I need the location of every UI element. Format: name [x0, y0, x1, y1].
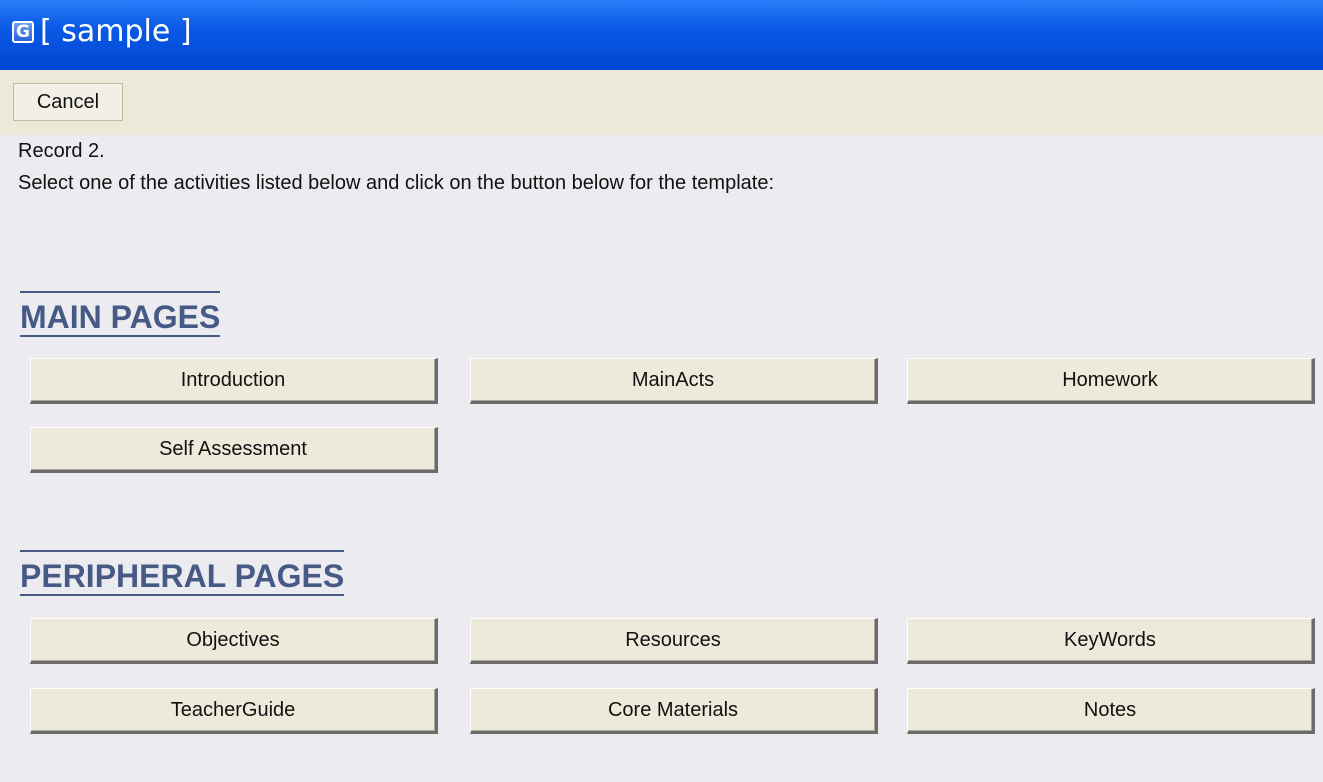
title-bar: G [ sample ] [0, 0, 1323, 70]
toolbar: Cancel [0, 70, 1323, 135]
main-pages-heading: MAIN PAGES [20, 291, 221, 337]
window-title: [ sample ] [40, 13, 192, 49]
teacherguide-button[interactable]: TeacherGuide [30, 688, 438, 734]
homework-button[interactable]: Homework [907, 358, 1315, 404]
instruction-text: Select one of the activities listed belo… [18, 172, 774, 194]
peripheral-pages-heading: PERIPHERAL PAGES [20, 550, 345, 596]
self-assessment-button[interactable]: Self Assessment [30, 427, 438, 473]
mainacts-button[interactable]: MainActs [470, 358, 878, 404]
core-materials-button[interactable]: Core Materials [470, 688, 878, 734]
record-label: Record 2. [18, 140, 105, 162]
cancel-button[interactable]: Cancel [13, 83, 123, 121]
objectives-button[interactable]: Objectives [30, 618, 438, 664]
app-icon: G [12, 21, 34, 43]
introduction-button[interactable]: Introduction [30, 358, 438, 404]
resources-button[interactable]: Resources [470, 618, 878, 664]
notes-button[interactable]: Notes [907, 688, 1315, 734]
content-area: Record 2. Select one of the activities l… [0, 135, 1323, 782]
keywords-button[interactable]: KeyWords [907, 618, 1315, 664]
